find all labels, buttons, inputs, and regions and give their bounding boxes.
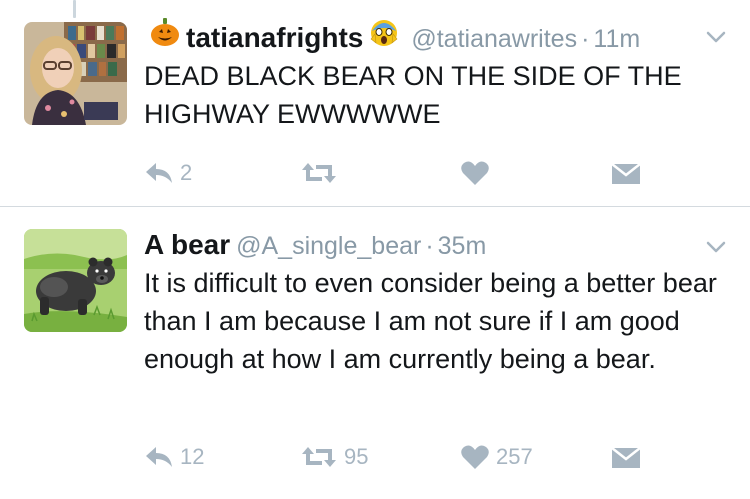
tweet-actions: 12 95 257 xyxy=(0,437,750,477)
heart-icon xyxy=(460,444,490,470)
reply-count: 2 xyxy=(180,160,193,185)
retweet-button[interactable]: 95 xyxy=(300,437,368,477)
tweet-header: tatianafrights @tatianawrites · 11m xyxy=(144,17,640,54)
user-handle[interactable]: @A_single_bear xyxy=(236,232,421,261)
direct-message-button[interactable] xyxy=(612,153,640,193)
jack-o-lantern-emoji xyxy=(150,17,180,52)
reply-icon xyxy=(144,161,174,185)
display-name[interactable]: tatianafrights xyxy=(186,22,363,54)
display-name[interactable]: A bear xyxy=(144,229,230,261)
tweet-tatianafrights[interactable]: tatianafrights @tatianawrites · 11m DEAD… xyxy=(0,0,750,207)
chevron-down-icon[interactable] xyxy=(704,25,728,49)
user-handle[interactable]: @tatianawrites xyxy=(411,25,577,54)
chevron-down-icon[interactable] xyxy=(704,235,728,259)
envelope-icon xyxy=(612,446,640,468)
tweet-text: DEAD BLACK BEAR ON THE SIDE OF THE HIGHW… xyxy=(144,61,682,129)
retweet-icon xyxy=(300,161,338,185)
separator-dot: · xyxy=(425,232,434,260)
separator-dot: · xyxy=(581,25,590,53)
retweet-icon xyxy=(300,445,338,469)
tweet-actions: 2 xyxy=(0,153,750,193)
like-count: 257 xyxy=(496,444,533,469)
tweet-text: It is difficult to even consider being a… xyxy=(144,268,717,374)
like-button[interactable]: 257 xyxy=(460,437,533,477)
tweet-a-bear[interactable]: A bear @A_single_bear · 35m It is diffic… xyxy=(0,207,750,499)
like-button[interactable] xyxy=(460,153,496,193)
avatar[interactable] xyxy=(24,229,127,332)
retweet-button[interactable] xyxy=(300,153,344,193)
reply-button[interactable]: 12 xyxy=(144,437,204,477)
avatar[interactable] xyxy=(24,22,127,125)
timestamp[interactable]: 11m xyxy=(593,25,640,54)
reply-icon xyxy=(144,445,174,469)
heart-icon xyxy=(460,160,490,186)
direct-message-button[interactable] xyxy=(612,437,640,477)
envelope-icon xyxy=(612,162,640,184)
reply-count: 12 xyxy=(180,444,205,469)
tweet-header: A bear @A_single_bear · 35m xyxy=(144,229,486,261)
screaming-face-emoji xyxy=(369,17,399,52)
reply-button[interactable]: 2 xyxy=(144,153,192,193)
timestamp[interactable]: 35m xyxy=(438,232,487,261)
retweet-count: 95 xyxy=(344,444,369,469)
